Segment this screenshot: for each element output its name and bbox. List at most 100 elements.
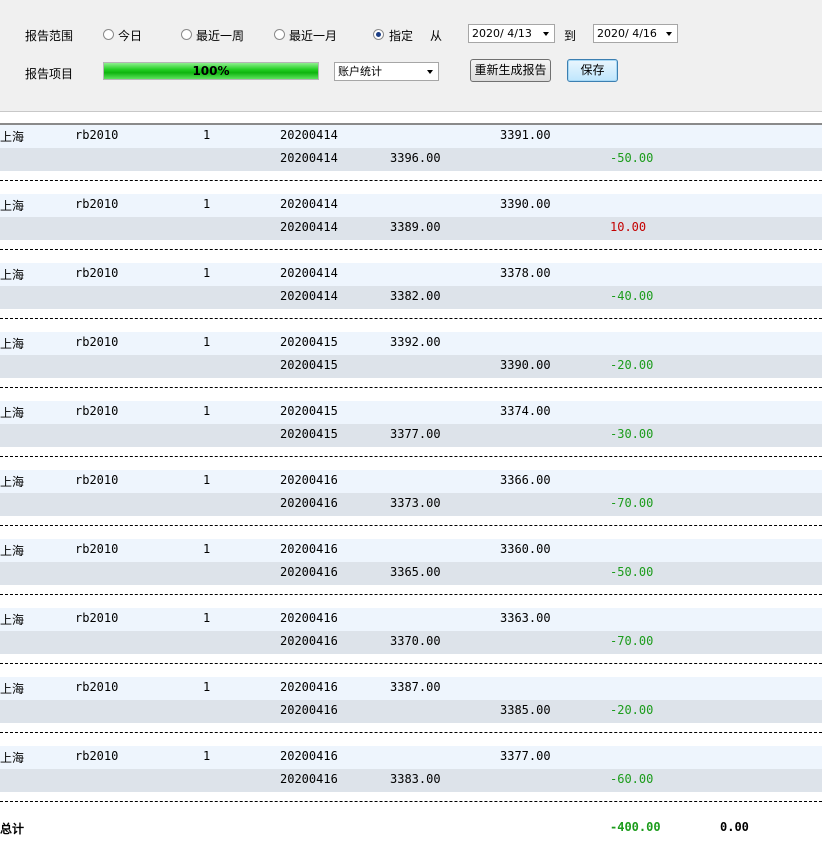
save-button[interactable]: 保存 [567, 59, 618, 82]
table-row-open: 上海 rb2010 1 20200415 3392.00 [0, 332, 822, 355]
close-date-cell: 20200416 [280, 496, 338, 510]
pnl-cell: -20.00 [610, 703, 654, 717]
total-label: 总计 [0, 822, 25, 836]
close-date-cell: 20200416 [280, 634, 338, 648]
close-date-cell: 20200414 [280, 151, 338, 165]
open-date-cell: 20200414 [280, 128, 338, 142]
from-date-picker[interactable]: 2020/ 4/13 [468, 24, 555, 43]
dashed-divider [0, 594, 822, 595]
quantity-cell: 1 [203, 680, 211, 694]
open-sell-price-cell: 3366.00 [500, 473, 551, 487]
open-buy-price-cell: 3387.00 [390, 680, 441, 694]
radio-today-label[interactable]: 今日 [118, 27, 142, 44]
to-date-picker[interactable]: 2020/ 4/16 [593, 24, 678, 43]
quantity-cell: 1 [203, 611, 211, 625]
to-label: 到 [564, 29, 577, 43]
symbol-cell: rb2010 [75, 404, 119, 418]
dashed-divider [0, 180, 822, 181]
table-row-close: 20200414 3382.00 -40.00 [0, 286, 822, 309]
table-row-close: 20200414 3389.00 10.00 [0, 217, 822, 240]
table-row-open: 上海 rb2010 1 20200416 3360.00 [0, 539, 822, 562]
dashed-divider [0, 387, 822, 388]
table-row-close: 20200416 3365.00 -50.00 [0, 562, 822, 585]
table-row-open: 上海 rb2010 1 20200416 3363.00 [0, 608, 822, 631]
quantity-cell: 1 [203, 197, 211, 211]
trade-group: 上海 rb2010 1 20200416 3366.00 20200416 3373.00 -… [0, 470, 822, 539]
table-row-open: 上海 rb2010 1 20200416 3366.00 [0, 470, 822, 493]
close-date-cell: 20200416 [280, 772, 338, 786]
table-row-open: 上海 rb2010 1 20200414 3390.00 [0, 194, 822, 217]
dashed-divider [0, 318, 822, 319]
exchange-cell: 上海 [0, 544, 25, 558]
item-label: 报告项目 [25, 67, 74, 81]
radio-last-week[interactable] [181, 29, 192, 40]
symbol-cell: rb2010 [75, 335, 119, 349]
table-row-open: 上海 rb2010 1 20200414 3378.00 [0, 263, 822, 286]
table-row-close: 20200415 3377.00 -30.00 [0, 424, 822, 447]
symbol-cell: rb2010 [75, 749, 119, 763]
exchange-cell: 上海 [0, 199, 25, 213]
table-row-open: 上海 rb2010 1 20200416 3377.00 [0, 746, 822, 769]
from-label: 从 [430, 29, 443, 43]
exchange-cell: 上海 [0, 337, 25, 351]
radio-last-month[interactable] [274, 29, 285, 40]
total-other-cell: 0.00 [720, 820, 749, 834]
close-buy-price-cell: 3389.00 [390, 220, 441, 234]
close-sell-price-cell: 3390.00 [500, 358, 551, 372]
open-date-cell: 20200415 [280, 404, 338, 418]
trade-group: 上海 rb2010 1 20200414 3391.00 20200414 3396.00 -… [0, 125, 822, 194]
open-date-cell: 20200416 [280, 542, 338, 556]
radio-last-month-label[interactable]: 最近一月 [289, 27, 337, 44]
radio-today[interactable] [103, 29, 114, 40]
trade-group: 上海 rb2010 1 20200415 3392.00 20200415 3390.00 -… [0, 332, 822, 401]
exchange-cell: 上海 [0, 268, 25, 282]
exchange-cell: 上海 [0, 682, 25, 696]
open-buy-price-cell: 3392.00 [390, 335, 441, 349]
close-sell-price-cell: 3385.00 [500, 703, 551, 717]
quantity-cell: 1 [203, 128, 211, 142]
close-date-cell: 20200414 [280, 289, 338, 303]
trade-group: 上海 rb2010 1 20200415 3374.00 20200415 3377.00 -… [0, 401, 822, 470]
exchange-cell: 上海 [0, 613, 25, 627]
table-row-close: 20200416 3385.00 -20.00 [0, 700, 822, 723]
open-sell-price-cell: 3363.00 [500, 611, 551, 625]
open-sell-price-cell: 3390.00 [500, 197, 551, 211]
radio-custom[interactable] [373, 29, 384, 40]
close-date-cell: 20200416 [280, 565, 338, 579]
pnl-cell: -50.00 [610, 565, 654, 579]
symbol-cell: rb2010 [75, 266, 119, 280]
table-row-close: 20200416 3373.00 -70.00 [0, 493, 822, 516]
trade-group: 上海 rb2010 1 20200414 3378.00 20200414 3382.00 -… [0, 263, 822, 332]
exchange-cell: 上海 [0, 130, 25, 144]
table-row-close: 20200414 3396.00 -50.00 [0, 148, 822, 171]
close-buy-price-cell: 3373.00 [390, 496, 441, 510]
dashed-divider [0, 525, 822, 526]
total-pnl-cell: -400.00 [610, 820, 661, 834]
symbol-cell: rb2010 [75, 542, 119, 556]
close-buy-price-cell: 3382.00 [390, 289, 441, 303]
pnl-cell: -30.00 [610, 427, 654, 441]
pnl-cell: -40.00 [610, 289, 654, 303]
open-date-cell: 20200416 [280, 473, 338, 487]
trade-group: 上海 rb2010 1 20200416 3387.00 20200416 3385.00 -… [0, 677, 822, 746]
symbol-cell: rb2010 [75, 197, 119, 211]
dashed-divider [0, 456, 822, 457]
radio-last-week-label[interactable]: 最近一周 [196, 27, 244, 44]
exchange-cell: 上海 [0, 406, 25, 420]
pnl-cell: -60.00 [610, 772, 654, 786]
symbol-cell: rb2010 [75, 473, 119, 487]
radio-custom-label[interactable]: 指定 [389, 27, 413, 44]
chevron-down-icon [427, 70, 433, 74]
report-type-select[interactable]: 账户统计 [334, 62, 439, 81]
trade-group: 上海 rb2010 1 20200414 3390.00 20200414 3389.00 1… [0, 194, 822, 263]
report-toolbar: 报告范围 今日 最近一周 最近一月 指定 从 2020/ 4/13 到 2020… [0, 0, 822, 112]
quantity-cell: 1 [203, 542, 211, 556]
open-sell-price-cell: 3360.00 [500, 542, 551, 556]
dashed-divider [0, 663, 822, 664]
regenerate-report-button[interactable]: 重新生成报告 [470, 59, 551, 82]
close-buy-price-cell: 3396.00 [390, 151, 441, 165]
table-row-open: 上海 rb2010 1 20200416 3387.00 [0, 677, 822, 700]
open-date-cell: 20200414 [280, 197, 338, 211]
close-date-cell: 20200416 [280, 703, 338, 717]
table-row-close: 20200416 3383.00 -60.00 [0, 769, 822, 792]
